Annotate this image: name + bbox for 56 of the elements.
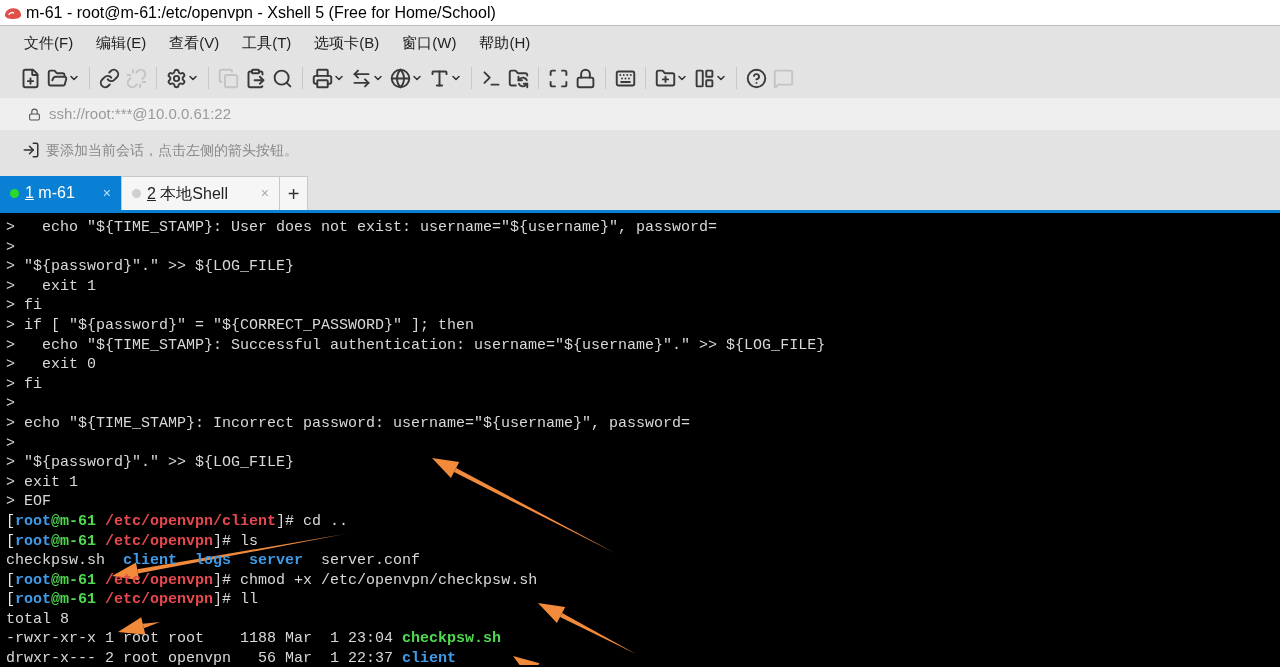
terminal-line: -rwxr-xr-x 1 root root 1188 Mar 1 23:04 checkpsw.sh bbox=[6, 629, 502, 650]
printer-icon[interactable] bbox=[312, 67, 333, 89]
terminal-line: > echo "${TIME_STAMP}: Successful authentication: username="${username}"." >> ${LOG_FILE} bbox=[6, 335, 826, 356]
menu-item[interactable]: 选项卡(B) bbox=[314, 31, 380, 55]
terminal-line: [root@m-61 /etc/openvpn]# ll bbox=[6, 590, 259, 610]
terminal-line: > bbox=[6, 237, 15, 258]
new-tab-button[interactable]: + bbox=[280, 176, 308, 210]
globe-icon[interactable] bbox=[390, 67, 411, 89]
menu-item[interactable]: 查看(V) bbox=[169, 31, 220, 55]
folder-icon[interactable] bbox=[47, 67, 68, 89]
terminal-line: > EOF bbox=[6, 492, 51, 512]
menu-item[interactable]: 工具(T) bbox=[242, 31, 292, 55]
terminal-line: [root@m-61 /etc/openvpn]# ls bbox=[6, 531, 259, 552]
menu-item[interactable]: 窗口(W) bbox=[402, 31, 457, 55]
terminal-line: > if [ "${password}" = "${CORRECT_PASSWORD}" ]; then bbox=[6, 315, 475, 336]
settings-icon[interactable] bbox=[166, 67, 187, 89]
hint-text: 要添加当前会话，点击左侧的箭头按钮。 bbox=[46, 140, 298, 160]
add-session-arrow-icon[interactable] bbox=[22, 141, 40, 159]
menu-item[interactable]: 文件(F) bbox=[24, 31, 74, 55]
terminal-line: > echo "${TIME_STAMP}: User does not exist: username="${username}", password= bbox=[6, 218, 718, 238]
session-tab[interactable]: 1 m-61 × bbox=[0, 176, 122, 210]
fullscreen-icon[interactable] bbox=[548, 67, 569, 89]
link-icon[interactable] bbox=[99, 67, 120, 89]
terminal-line: > "${password}"." >> ${LOG_FILE} bbox=[6, 453, 295, 473]
new-file-icon[interactable] bbox=[20, 67, 41, 89]
lock-icon[interactable] bbox=[575, 67, 596, 89]
terminal-line: > fi bbox=[6, 296, 42, 316]
terminal-line: [root@m-61 /etc/openvpn]# chmod +x /etc/openvpn/checkpsw.sh bbox=[6, 570, 538, 591]
folder-sync-icon[interactable] bbox=[508, 67, 529, 89]
terminal-line: total 8 bbox=[6, 609, 69, 630]
terminal-line: > bbox=[6, 433, 15, 454]
session-tab[interactable]: 2 本地Shell × bbox=[122, 176, 280, 210]
address-text: ssh://root:***@10.0.0.61:22 bbox=[49, 103, 231, 124]
app-logo-icon bbox=[4, 5, 22, 20]
help-icon[interactable] bbox=[746, 67, 767, 89]
terminal-line: > "${password}"." >> ${LOG_FILE} bbox=[6, 257, 295, 277]
terminal-line: [root@m-61 /etc/openvpn/client]# cd .. bbox=[6, 511, 349, 532]
tab-label: 1 m-61 bbox=[25, 183, 76, 203]
folder-plus-icon[interactable] bbox=[655, 67, 676, 89]
tab-label: 2 本地Shell bbox=[147, 183, 229, 204]
menu-item[interactable]: 帮助(H) bbox=[479, 31, 531, 55]
menu-item[interactable]: 编辑(E) bbox=[96, 31, 147, 55]
layout-icon[interactable] bbox=[694, 67, 715, 89]
terminal-line: > exit 1 bbox=[6, 276, 96, 297]
terminal-line: drwxr-x--- 2 root openvpn 56 Mar 1 22:37 client bbox=[6, 649, 457, 667]
terminal-line: > echo "${TIME_STAMP}: Incorrect password: username="${username}", password= bbox=[6, 413, 691, 434]
terminal-line: > bbox=[6, 394, 15, 414]
transfer-icon[interactable] bbox=[351, 67, 372, 89]
terminal-line: > exit 1 bbox=[6, 472, 78, 493]
lock-icon bbox=[28, 107, 41, 121]
paste-icon[interactable] bbox=[245, 67, 266, 89]
terminal-line: > exit 0 bbox=[6, 355, 96, 375]
annotation-arrow bbox=[513, 656, 540, 665]
window-title: m-61 - root@m-61:/etc/openvpn - Xshell 5 (Free for Home/School) bbox=[26, 2, 496, 23]
terminal-line: > fi bbox=[6, 374, 42, 395]
search-icon[interactable] bbox=[272, 67, 293, 89]
